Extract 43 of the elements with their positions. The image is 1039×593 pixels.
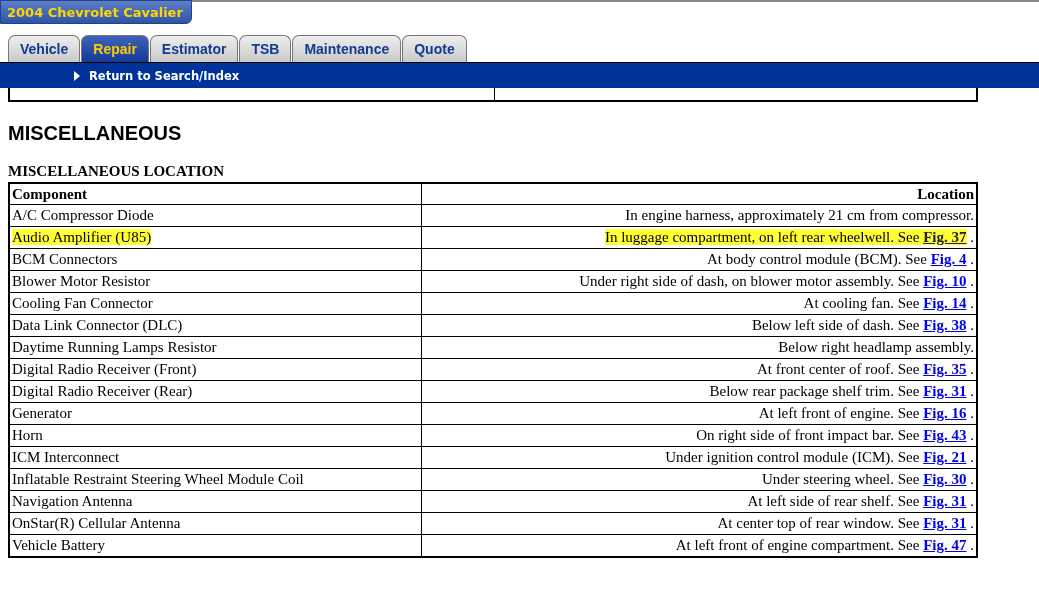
table-cell: Vehicle Battery bbox=[9, 534, 422, 557]
table-cell: OnStar(R) Cellular Antenna bbox=[9, 512, 422, 535]
column-header: Component bbox=[9, 183, 422, 205]
figure-link[interactable]: Fig. 37 bbox=[923, 229, 967, 245]
figure-link[interactable]: Fig. 21 bbox=[923, 449, 967, 465]
figure-link[interactable]: Fig. 35 bbox=[923, 361, 967, 377]
figure-link[interactable]: Fig. 4 bbox=[930, 251, 967, 267]
nav-tab[interactable]: Maintenance bbox=[292, 35, 402, 62]
table-cell: Audio Amplifier (U85) bbox=[9, 226, 422, 249]
figure-link[interactable]: Fig. 16 bbox=[923, 405, 967, 421]
table-cell: Digital Radio Receiver (Rear) bbox=[9, 380, 422, 403]
nav-tab[interactable]: Vehicle bbox=[8, 35, 81, 62]
figure-link[interactable]: Fig. 43 bbox=[923, 427, 967, 443]
table-cell: ICM Interconnect bbox=[9, 446, 422, 469]
table-cell: Digital Radio Receiver (Front) bbox=[9, 358, 422, 381]
figure-link[interactable]: Fig. 31 bbox=[923, 515, 967, 531]
nav-tab[interactable]: Quote bbox=[402, 35, 467, 62]
figure-link[interactable]: Fig. 31 bbox=[923, 383, 967, 399]
triangle-icon bbox=[74, 70, 80, 81]
table-cell: Generator bbox=[9, 402, 422, 425]
nav-tab[interactable]: Repair bbox=[81, 35, 149, 62]
table-cell: Inflatable Restraint Steering Wheel Module Coil bbox=[9, 468, 422, 491]
table-cell: In luggage compartment, on left rear wheelwell. See Fig. 37 . bbox=[421, 226, 977, 249]
figure-link[interactable]: Fig. 14 bbox=[923, 295, 967, 311]
table-cell: Daytime Running Lamps Resistor bbox=[9, 336, 422, 359]
section-heading: MISCELLANEOUS bbox=[8, 122, 183, 145]
figure-link[interactable]: Fig. 10 bbox=[923, 273, 967, 289]
figure-link[interactable]: Fig. 30 bbox=[923, 471, 967, 487]
nav-tab[interactable]: TSB bbox=[239, 35, 292, 62]
table-cell: BCM Connectors bbox=[9, 248, 422, 271]
table-cell: Data Link Connector (DLC) bbox=[9, 314, 422, 337]
table-cell: Horn bbox=[9, 424, 422, 447]
table-cell: A/C Compressor Diode bbox=[9, 204, 422, 227]
figure-link[interactable]: Fig. 31 bbox=[923, 493, 967, 509]
table-cell: Navigation Antenna bbox=[9, 490, 422, 513]
return-link[interactable]: Return to Search/Index bbox=[89, 68, 240, 83]
figure-link[interactable]: Fig. 47 bbox=[923, 537, 967, 553]
table-cell: Blower Motor Resistor bbox=[9, 270, 422, 293]
table-cell: Cooling Fan Connector bbox=[9, 292, 422, 315]
figure-link[interactable]: Fig. 38 bbox=[923, 317, 967, 333]
table-title: MISCELLANEOUS LOCATION bbox=[8, 163, 225, 180]
vehicle-title: 2004 Chevrolet Cavalier bbox=[0, 0, 192, 24]
nav-tab[interactable]: Estimator bbox=[149, 35, 239, 62]
